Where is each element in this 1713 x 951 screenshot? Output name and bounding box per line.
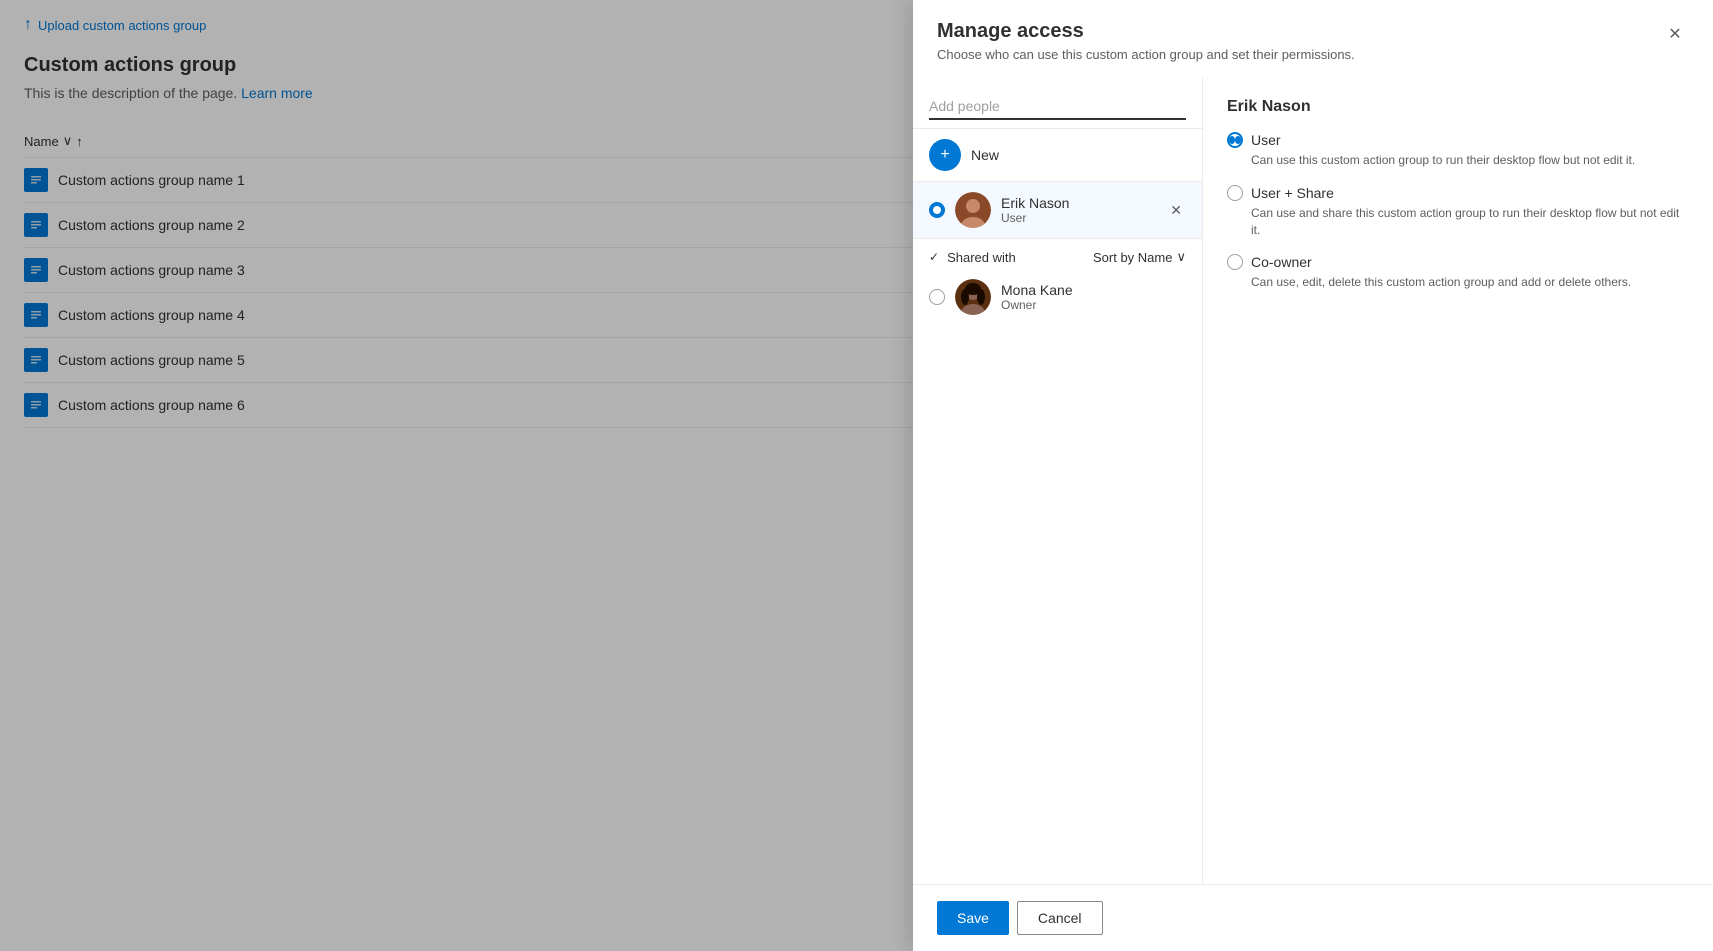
checkmark-icon: ✓ bbox=[929, 250, 939, 264]
mona-kane-role: Owner bbox=[1001, 298, 1186, 312]
permission-option-2: Co-owner Can use, edit, delete this cust… bbox=[1227, 254, 1689, 291]
panel-left: + New bbox=[913, 78, 1203, 884]
mona-kane-row[interactable]: Mona Kane Owner bbox=[913, 271, 1202, 323]
panel-title: Manage access bbox=[937, 20, 1355, 43]
panel-body: + New bbox=[913, 78, 1713, 884]
permission-name: User + Share bbox=[1251, 185, 1334, 201]
erik-nason-name: Erik Nason bbox=[1001, 195, 1156, 211]
permission-name: Co-owner bbox=[1251, 254, 1312, 270]
new-label: New bbox=[971, 147, 999, 163]
erik-nason-avatar bbox=[955, 192, 991, 228]
permission-label-1[interactable]: User + Share bbox=[1227, 185, 1689, 201]
sort-by-button[interactable]: Sort by Name ∨ bbox=[1093, 249, 1186, 265]
selected-radio bbox=[929, 202, 945, 218]
save-button[interactable]: Save bbox=[937, 901, 1009, 935]
permission-desc-1: Can use and share this custom action gro… bbox=[1251, 205, 1689, 239]
permission-label-0[interactable]: User bbox=[1227, 132, 1689, 148]
panel-footer: Save Cancel bbox=[913, 884, 1713, 951]
mona-kane-name: Mona Kane bbox=[1001, 282, 1186, 298]
new-row[interactable]: + New bbox=[913, 129, 1202, 182]
permission-user-name: Erik Nason bbox=[1227, 98, 1689, 116]
permission-desc-0: Can use this custom action group to run … bbox=[1251, 152, 1689, 169]
manage-access-panel: Manage access Choose who can use this cu… bbox=[913, 0, 1713, 951]
permission-radio-0[interactable] bbox=[1227, 132, 1243, 148]
panel-right: Erik Nason User Can use this custom acti… bbox=[1203, 78, 1713, 884]
permission-option-1: User + Share Can use and share this cust… bbox=[1227, 185, 1689, 239]
permissions-list: User Can use this custom action group to… bbox=[1227, 132, 1689, 291]
close-button[interactable]: ✕ bbox=[1661, 20, 1689, 48]
permission-option-0: User Can use this custom action group to… bbox=[1227, 132, 1689, 169]
cancel-button[interactable]: Cancel bbox=[1017, 901, 1103, 935]
new-circle-icon: + bbox=[929, 139, 961, 171]
mona-radio bbox=[929, 289, 945, 305]
panel-subtitle: Choose who can use this custom action gr… bbox=[937, 47, 1355, 62]
permission-radio-1[interactable] bbox=[1227, 185, 1243, 201]
mona-kane-avatar bbox=[955, 279, 991, 315]
remove-erik-button[interactable]: ✕ bbox=[1166, 200, 1186, 221]
erik-nason-row[interactable]: Erik Nason User ✕ bbox=[913, 182, 1202, 239]
sort-by-label: Sort by Name bbox=[1093, 250, 1172, 265]
erik-nason-info: Erik Nason User bbox=[1001, 195, 1156, 225]
sort-chevron-icon: ∨ bbox=[1176, 249, 1186, 265]
modal-overlay: Manage access Choose who can use this cu… bbox=[0, 0, 1713, 951]
erik-nason-role: User bbox=[1001, 211, 1156, 225]
add-people-input[interactable] bbox=[929, 94, 1186, 120]
shared-with-label: Shared with bbox=[947, 250, 1016, 265]
panel-header: Manage access Choose who can use this cu… bbox=[913, 0, 1713, 78]
permission-radio-2[interactable] bbox=[1227, 254, 1243, 270]
permission-name: User bbox=[1251, 132, 1281, 148]
permission-desc-2: Can use, edit, delete this custom action… bbox=[1251, 274, 1689, 291]
add-people-section bbox=[913, 78, 1202, 129]
shared-with-header: ✓ Shared with Sort by Name ∨ bbox=[913, 239, 1202, 271]
permission-label-2[interactable]: Co-owner bbox=[1227, 254, 1689, 270]
mona-kane-info: Mona Kane Owner bbox=[1001, 282, 1186, 312]
